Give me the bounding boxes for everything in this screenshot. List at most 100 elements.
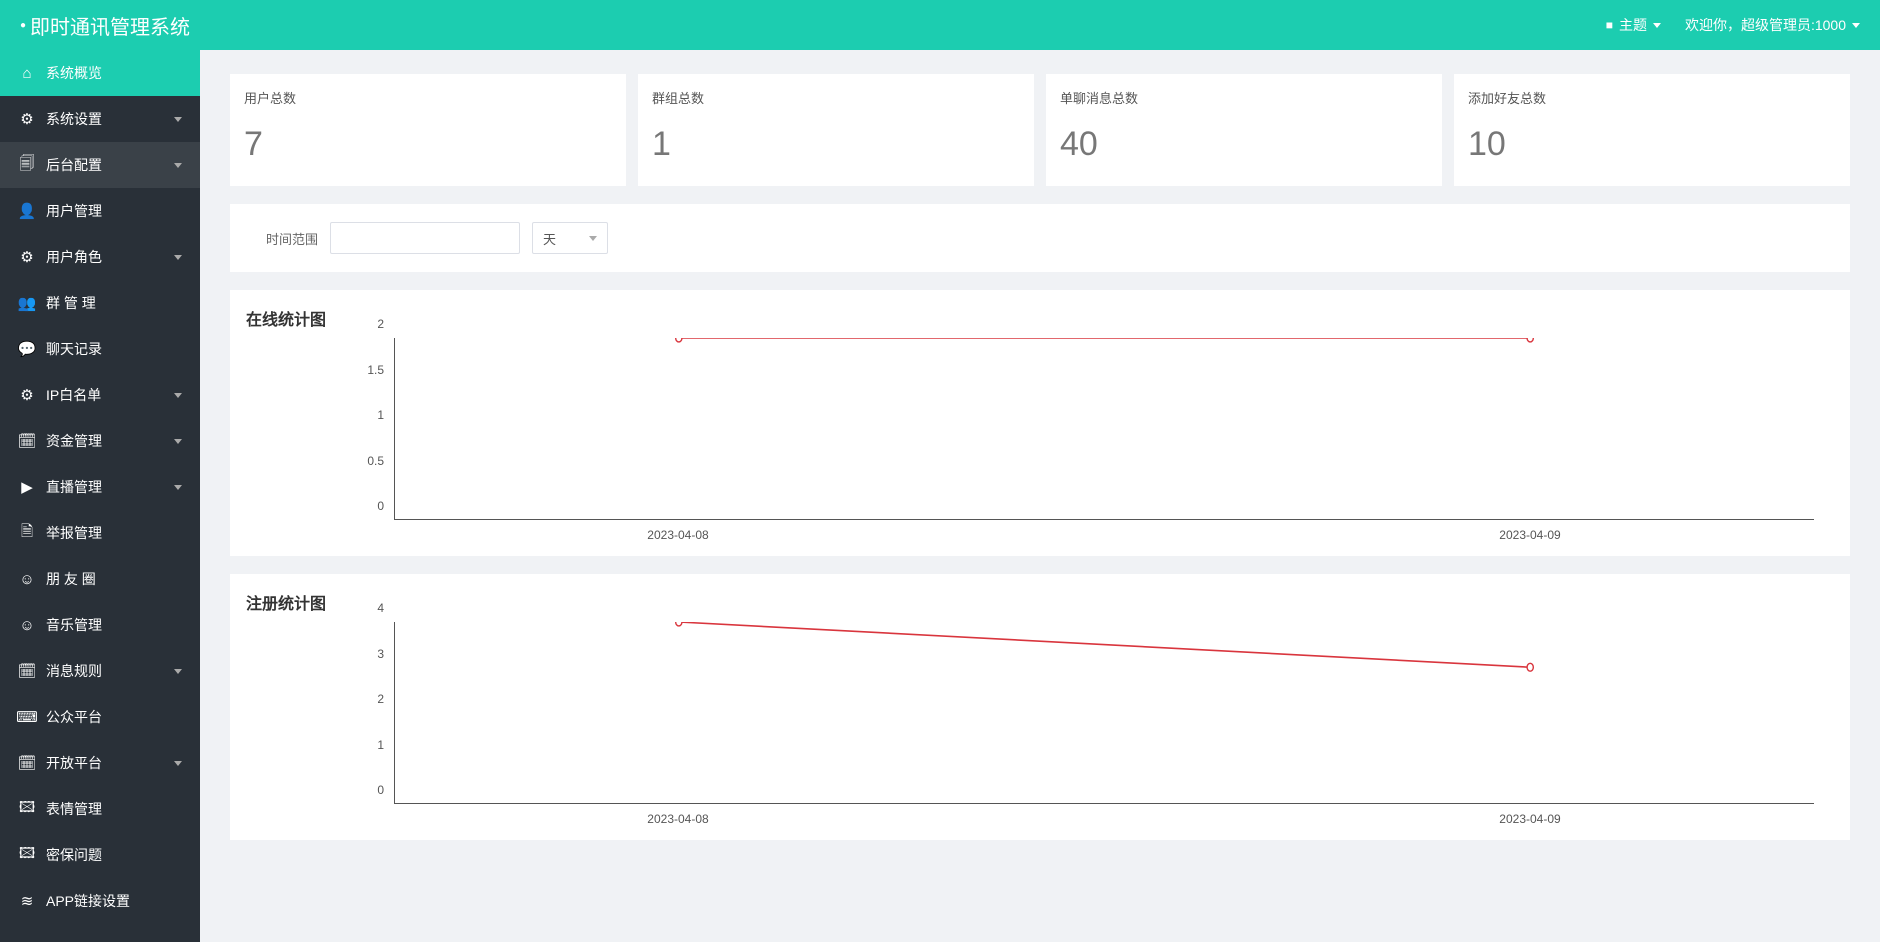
sidebar-item-3[interactable]: 👤 用户管理 [0, 188, 200, 234]
menu-icon: ≋ [18, 892, 36, 910]
stat-card-2: 单聊消息总数 40 [1046, 74, 1442, 186]
x-tick: 2023-04-09 [1499, 528, 1560, 542]
filter-bar: 时间范围 天 [230, 204, 1850, 272]
menu-icon: ⌂ [18, 65, 36, 82]
sidebar-item-1[interactable]: ⚙ 系统设置 [0, 96, 200, 142]
menu-icon: 🗓 [18, 662, 36, 680]
user-menu[interactable]: 欢迎你，超级管理员:1000 [1685, 15, 1860, 35]
y-tick: 0 [377, 783, 384, 797]
sidebar-item-0[interactable]: ⌂ 系统概览 [0, 50, 200, 96]
x-tick: 2023-04-09 [1499, 812, 1560, 826]
menu-icon: 🗎 [18, 521, 36, 546]
chevron-down-icon [174, 485, 182, 490]
x-axis: 2023-04-08 2023-04-09 [394, 806, 1814, 832]
x-tick: 2023-04-08 [647, 528, 708, 542]
chart-card-register: 注册统计图 012342023-04-082023-04-09 [230, 574, 1850, 840]
menu-label: 后台配置 [46, 155, 102, 175]
menu-icon: ⌨ [18, 708, 36, 726]
sidebar-item-4[interactable]: ⚙用户角色 [0, 234, 200, 280]
menu-label: 开放平台 [46, 753, 102, 773]
menu-label: 资金管理 [46, 431, 102, 451]
welcome-text: 欢迎你，超级管理员:1000 [1685, 15, 1846, 35]
theme-label: 主题 [1619, 15, 1647, 35]
menu-label: 直播管理 [46, 477, 102, 497]
chart-title-register: 注册统计图 [246, 590, 1834, 614]
menu-label: 密保问题 [46, 845, 102, 865]
sidebar-item-5[interactable]: 👥 群 管 理 [0, 280, 200, 326]
stat-value: 10 [1468, 125, 1836, 164]
menu-icon: 🗓 [18, 754, 36, 772]
y-tick: 1 [377, 408, 384, 422]
sidebar-item-16[interactable]: 🖾 表情管理 [0, 786, 200, 832]
y-tick: 2 [377, 317, 384, 331]
menu-icon: ⚙ [18, 386, 36, 404]
menu-icon: ▶ [18, 478, 36, 496]
plot-area [394, 338, 1814, 520]
menu-label: 举报管理 [46, 523, 102, 543]
sidebar-item-9[interactable]: ▶ 直播管理 [0, 464, 200, 510]
stat-label: 用户总数 [244, 88, 612, 107]
menu-icon: 🗐 [18, 153, 36, 178]
sidebar-item-14[interactable]: ⌨ 公众平台 [0, 694, 200, 740]
menu-label: APP链接设置 [46, 891, 130, 911]
sidebar-item-6[interactable]: 💬 聊天记录 [0, 326, 200, 372]
sidebar-item-11[interactable]: ☺朋 友 圈 [0, 556, 200, 602]
sidebar-item-13[interactable]: 🗓 消息规则 [0, 648, 200, 694]
stat-card-0: 用户总数7 [230, 74, 626, 186]
menu-label: 聊天记录 [46, 339, 102, 359]
filter-range-label: 时间范围 [266, 229, 318, 248]
menu-label: 系统概览 [46, 63, 102, 83]
chevron-down-icon [174, 761, 182, 766]
menu-icon: 👤 [18, 202, 36, 220]
menu-label: 消息规则 [46, 661, 102, 681]
chevron-down-icon [174, 439, 182, 444]
menu-icon: 💬 [18, 340, 36, 358]
stat-card-1: 群组总数1 [638, 74, 1034, 186]
menu-icon: ⚙ [18, 110, 36, 128]
sidebar-item-18[interactable]: ≋ APP链接设置 [0, 878, 200, 924]
y-tick: 1 [377, 738, 384, 752]
menu-label: 音乐管理 [46, 615, 102, 635]
app-logo-title: 即时通讯管理系统 [20, 11, 190, 40]
time-range-input[interactable] [330, 222, 520, 254]
sidebar-item-12[interactable]: ☺ 音乐管理 [0, 602, 200, 648]
y-tick: 2 [377, 692, 384, 706]
y-tick: 0 [377, 499, 384, 513]
time-unit-select[interactable]: 天 [532, 222, 608, 254]
menu-label: 表情管理 [46, 799, 102, 819]
sidebar-item-17[interactable]: 🖾密保问题 [0, 832, 200, 878]
x-tick: 2023-04-08 [647, 812, 708, 826]
chart-area-register: 012342023-04-082023-04-09 [246, 622, 1834, 832]
sidebar-item-10[interactable]: 🗎 举报管理 [0, 510, 200, 556]
y-tick: 1.5 [367, 363, 384, 377]
chevron-down-icon [174, 117, 182, 122]
menu-icon: 🖾 [18, 797, 36, 822]
stat-label: 群组总数 [652, 88, 1020, 107]
menu-icon: 🗓 [18, 432, 36, 450]
stat-label: 单聊消息总数 [1060, 88, 1428, 107]
sidebar-item-15[interactable]: 🗓 开放平台 [0, 740, 200, 786]
menu-label: 公众平台 [46, 707, 102, 727]
sidebar-item-2[interactable]: 🗐 后台配置 [0, 142, 200, 188]
menu-icon: 👥 [18, 294, 36, 312]
chart-card-online: 在线统计图 00.511.522023-04-082023-04-09 [230, 290, 1850, 556]
menu-label: IP白名单 [46, 385, 101, 405]
chart-area-online: 00.511.522023-04-082023-04-09 [246, 338, 1834, 548]
sidebar-item-8[interactable]: 🗓 资金管理 [0, 418, 200, 464]
stat-value: 40 [1060, 125, 1428, 164]
main-content: 用户总数7群组总数1单聊消息总数40添加好友总数10 时间范围 天 在线统计图 … [200, 50, 1880, 942]
header: 即时通讯管理系统 主题 欢迎你，超级管理员:1000 [0, 0, 1880, 50]
chevron-down-icon [174, 669, 182, 674]
plot-area [394, 622, 1814, 804]
menu-label: 朋 友 圈 [46, 569, 96, 589]
sidebar: ⌂ 系统概览 ⚙ 系统设置 🗐 后台配置 👤 用户管理 ⚙用户角色 👥 群 管 理 💬 聊天记录 ⚙ IP白… [0, 50, 200, 942]
menu-label: 群 管 理 [46, 293, 96, 313]
theme-selector[interactable]: 主题 [1606, 15, 1661, 35]
stat-label: 添加好友总数 [1468, 88, 1836, 107]
menu-label: 用户角色 [46, 247, 102, 267]
sidebar-item-7[interactable]: ⚙ IP白名单 [0, 372, 200, 418]
menu-icon: ☺ [18, 617, 36, 634]
menu-label: 用户管理 [46, 201, 102, 221]
chevron-down-icon [174, 163, 182, 168]
menu-label: 系统设置 [46, 109, 102, 129]
